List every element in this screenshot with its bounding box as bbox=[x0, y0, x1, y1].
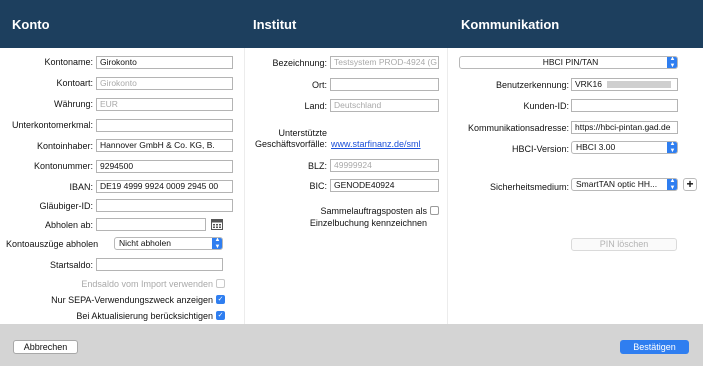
geschaeftsvorfaelle-label-line2: Geschäftsvorfälle: bbox=[254, 139, 327, 149]
updown-chevron-icon: ▲ ▼ bbox=[667, 179, 677, 190]
checkmark-icon: ✓ bbox=[217, 296, 224, 303]
benutzerkennung-label: Benutzerkennung: bbox=[495, 80, 569, 90]
bic-label: BIC: bbox=[309, 181, 327, 191]
waehrung-field[interactable]: EUR bbox=[96, 98, 233, 111]
glaeubiger-label: Gläubiger-ID: bbox=[39, 201, 93, 211]
sammelauftrag-checkbox[interactable] bbox=[430, 206, 439, 215]
abbrechen-button[interactable]: Abbrechen bbox=[13, 340, 78, 354]
iban-label: IBAN: bbox=[69, 182, 93, 192]
kontoart-label: Kontoart: bbox=[56, 78, 93, 88]
sicherheitsmedium-select[interactable]: SmartTAN optic HH... ▲ ▼ bbox=[571, 178, 678, 191]
header-bar: Konto Institut Kommunikation bbox=[0, 0, 703, 48]
hbci-version-value: HBCI 3.00 bbox=[576, 142, 616, 152]
bezeichnung-field[interactable]: Testsystem PROD-4924 (G bbox=[330, 56, 439, 69]
geschaeftsvorfaelle-link[interactable]: www.starfinanz.de/sml bbox=[331, 138, 421, 150]
startsaldo-field[interactable] bbox=[96, 258, 223, 271]
kontoauszuege-label: Kontoauszüge abholen bbox=[6, 239, 99, 249]
updown-chevron-icon: ▲ ▼ bbox=[667, 142, 677, 153]
hbci-version-select[interactable]: HBCI 3.00 ▲ ▼ bbox=[571, 141, 678, 154]
abholen-ab-label: Abholen ab: bbox=[44, 220, 93, 230]
aktualisierung-label: Bei Aktualisierung berücksichtigen bbox=[76, 311, 213, 321]
add-sicherheitsmedium-button[interactable]: + bbox=[683, 178, 697, 191]
kontoname-label: Kontoname: bbox=[44, 57, 93, 67]
ort-label: Ort: bbox=[312, 80, 327, 90]
sicherheitsmedium-label: Sicherheitsmedium: bbox=[489, 182, 569, 192]
kontoname-field[interactable]: Girokonto bbox=[96, 56, 233, 69]
startsaldo-label: Startsaldo: bbox=[49, 260, 93, 270]
kunden-id-label: Kunden-ID: bbox=[523, 101, 569, 111]
sammelauftrag-label-line1: Sammelauftragsposten als bbox=[320, 206, 427, 216]
land-field[interactable]: Deutschland bbox=[330, 99, 439, 112]
pin-loeschen-button[interactable]: PIN löschen bbox=[571, 238, 677, 251]
adresse-field[interactable]: https://hbci-pintan.gad.de bbox=[571, 121, 678, 134]
checkmark-icon: ✓ bbox=[217, 312, 224, 319]
waehrung-label: Währung: bbox=[53, 99, 93, 109]
kontonummer-label: Kontonummer: bbox=[33, 161, 93, 171]
blz-field[interactable]: 49999924 bbox=[330, 159, 439, 172]
iban-field[interactable]: DE19 4999 9924 0009 2945 00 bbox=[96, 180, 233, 193]
calendar-icon[interactable] bbox=[211, 218, 223, 230]
blz-label: BLZ: bbox=[307, 161, 327, 171]
adresse-label: Kommunikationsadresse: bbox=[467, 123, 569, 133]
benutzerkennung-value: VRK16 bbox=[575, 79, 602, 89]
endsaldo-checkbox[interactable] bbox=[216, 279, 225, 288]
footer-bar bbox=[0, 324, 703, 366]
aktualisierung-checkbox[interactable]: ✓ bbox=[216, 311, 225, 320]
updown-chevron-icon: ▲ ▼ bbox=[667, 57, 677, 68]
konto-heading: Konto bbox=[12, 17, 50, 32]
kontoart-field[interactable]: Girokonto bbox=[96, 77, 233, 90]
verfahren-select[interactable]: HBCI PIN/TAN ▲ ▼ bbox=[459, 56, 678, 69]
unterkontomerkmal-label: Unterkontomerkmal: bbox=[11, 120, 93, 130]
hbci-version-label: HBCI-Version: bbox=[511, 144, 569, 154]
sammelauftrag-label-line2: Einzelbuchung kennzeichnen bbox=[309, 218, 427, 228]
glaeubiger-field[interactable] bbox=[96, 199, 233, 212]
land-label: Land: bbox=[304, 101, 327, 111]
sepa-label: Nur SEPA-Verwendungszweck anzeigen bbox=[51, 295, 213, 305]
ort-field[interactable] bbox=[330, 78, 439, 91]
kontoauszuege-value: Nicht abholen bbox=[119, 238, 171, 248]
institut-heading: Institut bbox=[253, 17, 297, 32]
kontoinhaber-label: Kontoinhaber: bbox=[36, 141, 93, 151]
bic-field[interactable]: GENODE40924 bbox=[330, 179, 439, 192]
sepa-checkbox[interactable]: ✓ bbox=[216, 295, 225, 304]
kunden-id-field[interactable] bbox=[571, 99, 678, 112]
endsaldo-label: Endsaldo vom Import verwenden bbox=[81, 279, 213, 289]
redaction-blur bbox=[607, 81, 672, 89]
kontoinhaber-field[interactable]: Hannover GmbH & Co. KG, B. bbox=[96, 139, 233, 152]
benutzerkennung-field[interactable]: VRK16 bbox=[571, 78, 678, 91]
abholen-ab-field[interactable] bbox=[96, 218, 206, 231]
updown-chevron-icon: ▲ ▼ bbox=[212, 238, 222, 249]
verfahren-value: HBCI PIN/TAN bbox=[542, 57, 599, 67]
kontoauszuege-select[interactable]: Nicht abholen ▲ ▼ bbox=[114, 237, 223, 250]
unterkontomerkmal-field[interactable] bbox=[96, 119, 233, 132]
kontonummer-field[interactable]: 9294500 bbox=[96, 160, 233, 173]
bezeichnung-label: Bezeichnung: bbox=[272, 58, 327, 68]
bestaetigen-button[interactable]: Bestätigen bbox=[620, 340, 689, 354]
kommunikation-heading: Kommunikation bbox=[461, 17, 560, 32]
sicherheitsmedium-value: SmartTAN optic HH... bbox=[576, 179, 658, 189]
